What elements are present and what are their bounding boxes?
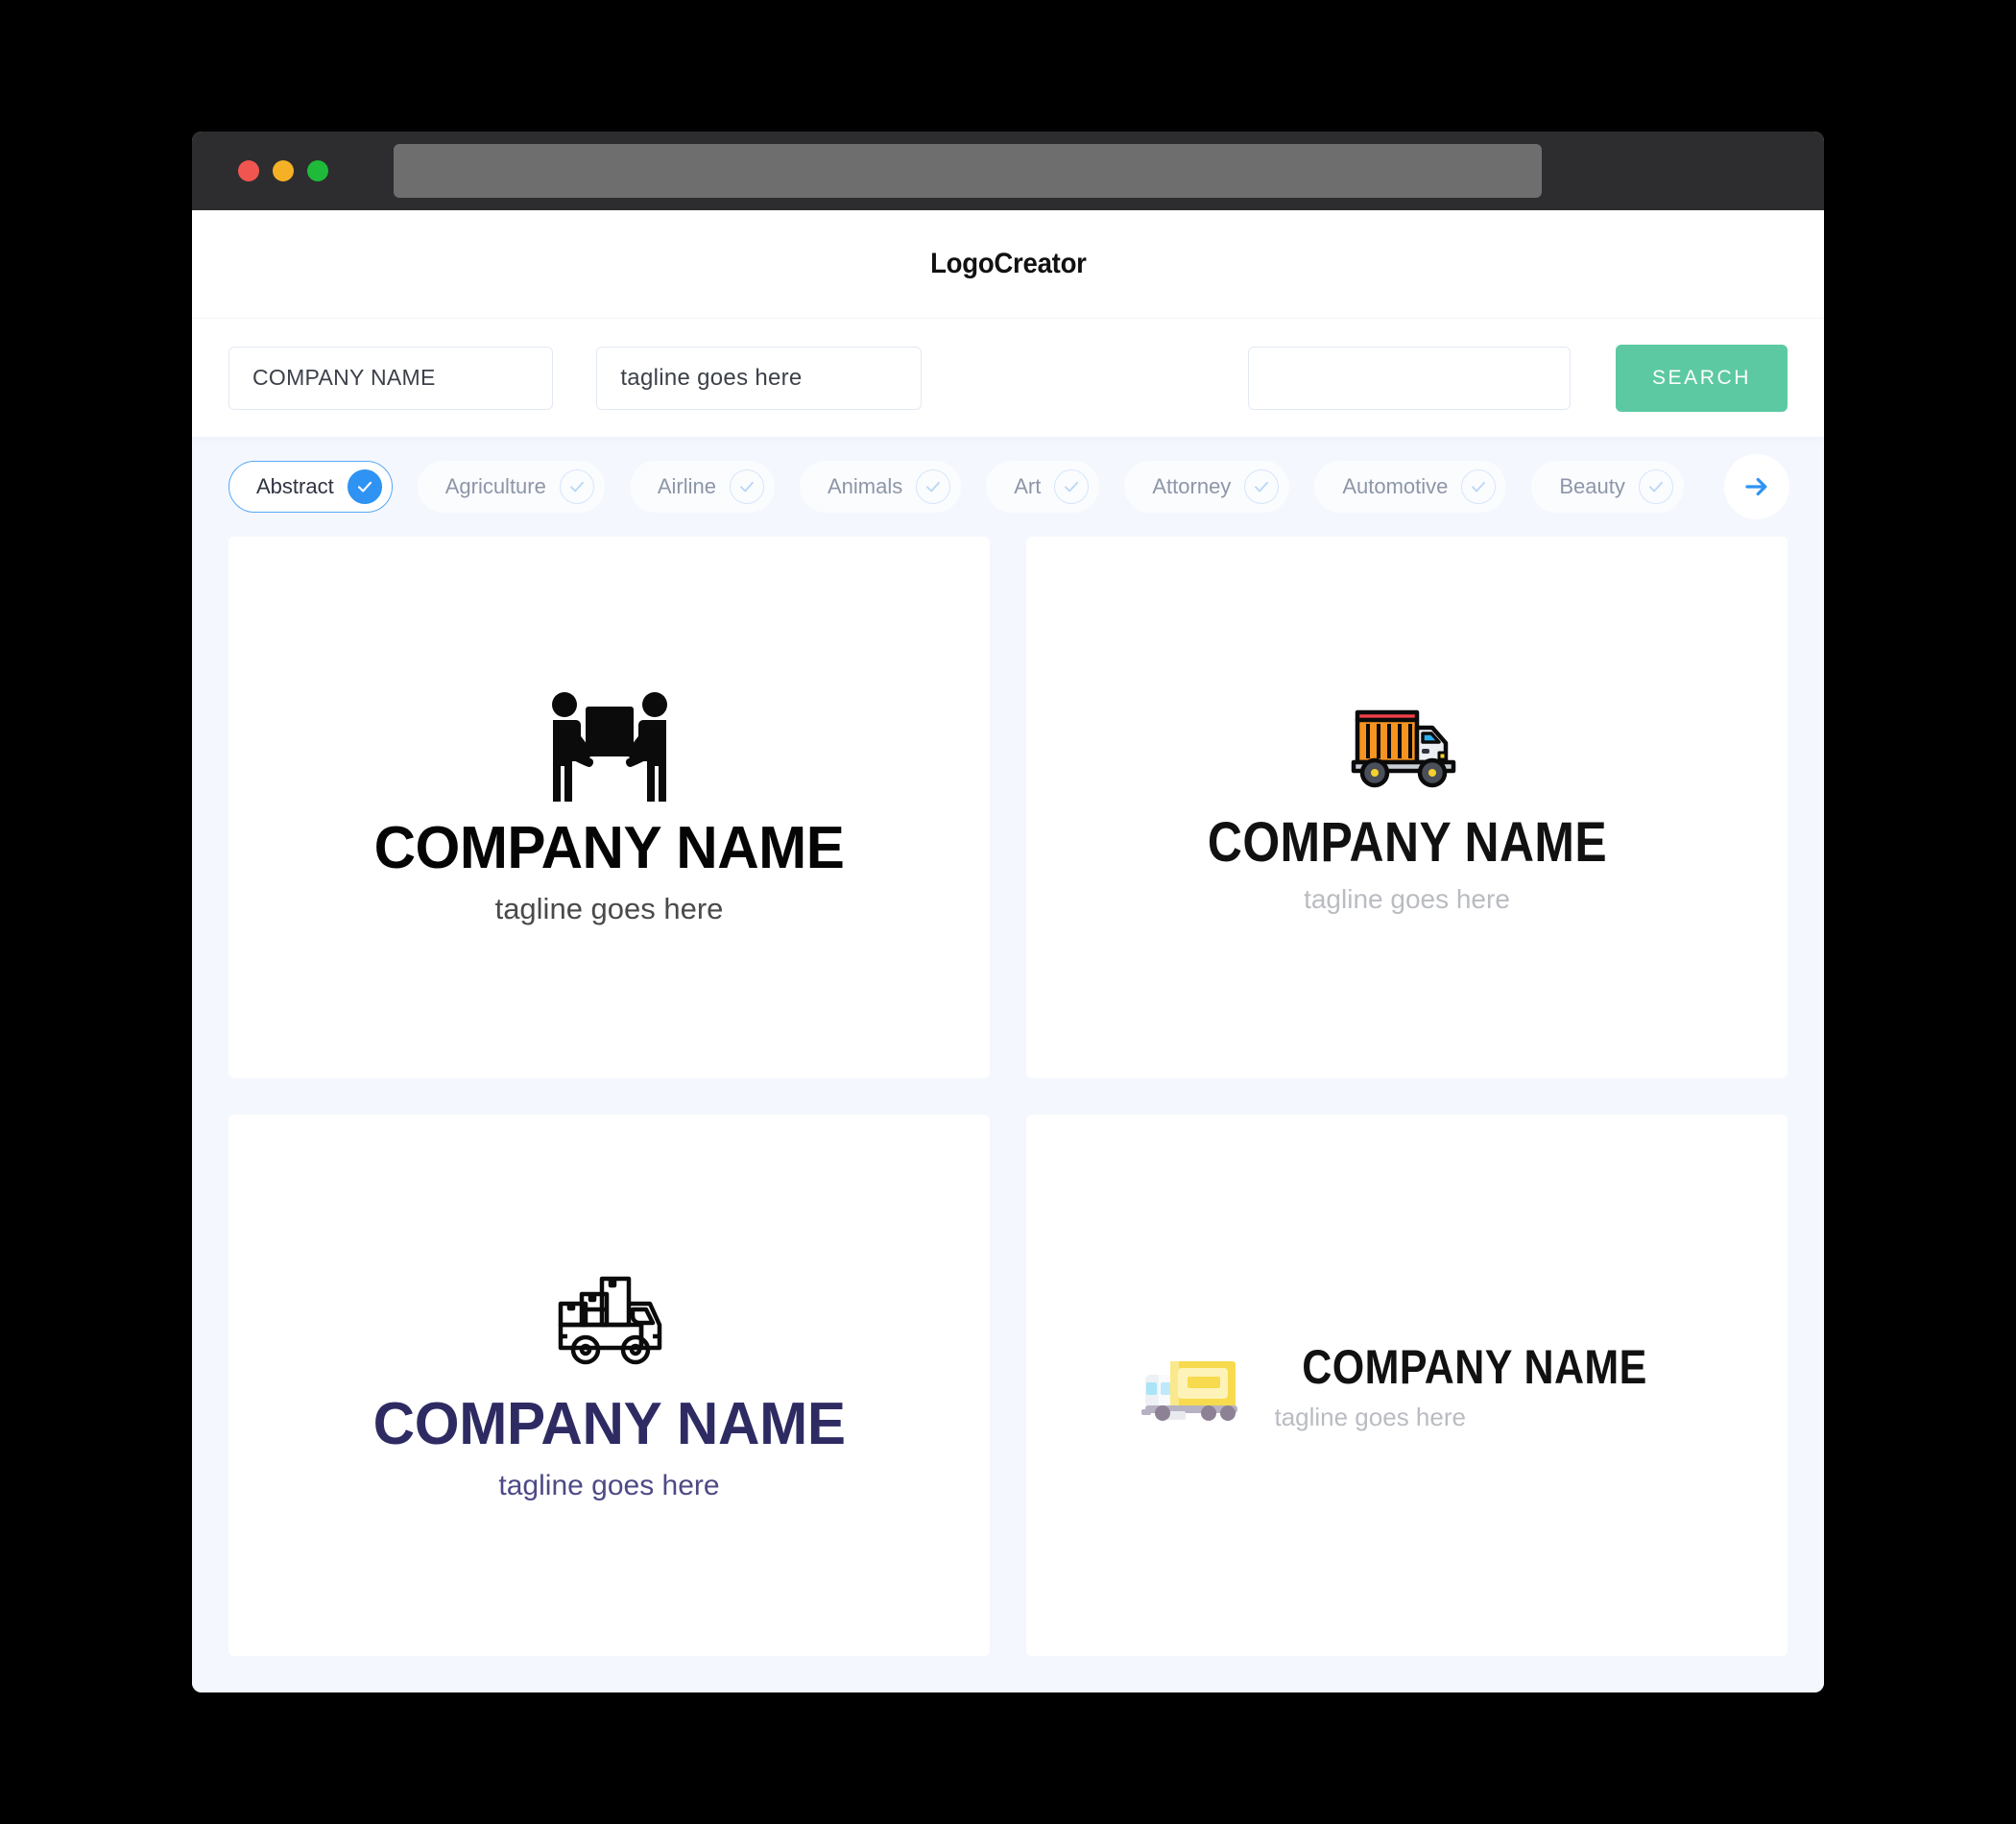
category-pill-agriculture[interactable]: Agriculture [417, 461, 605, 513]
logo-preview: COMPANY NAME tagline goes here [1175, 701, 1640, 915]
search-button[interactable]: SEARCH [1616, 344, 1788, 412]
category-pill-automotive[interactable]: Automotive [1314, 461, 1507, 513]
category-label: Agriculture [444, 474, 546, 498]
category-label: Beauty [1559, 474, 1625, 498]
keyword-input[interactable] [1247, 346, 1572, 410]
minimize-button[interactable] [273, 160, 294, 181]
logo-company-name: COMPANY NAME [373, 814, 845, 881]
orange-cargo-truck-icon [1349, 701, 1466, 789]
logo-company-name: COMPANY NAME [1302, 1339, 1648, 1394]
category-label: Attorney [1152, 474, 1232, 498]
outline-truck-with-boxes-icon [547, 1269, 670, 1369]
logo-tagline: tagline goes here [498, 1469, 720, 1501]
search-toolbar: COMPANY NAME tagline goes here SEARCH [192, 318, 1824, 437]
category-label: Animals [828, 474, 903, 498]
logo-card[interactable]: COMPANY NAME tagline goes here [228, 1115, 990, 1656]
logo-card[interactable]: COMPANY NAME tagline goes here [1026, 1115, 1788, 1656]
category-label: Automotive [1342, 474, 1449, 498]
close-button[interactable] [238, 160, 259, 181]
check-icon [559, 469, 594, 504]
logo-company-name: COMPANY NAME [372, 1390, 846, 1457]
check-icon [347, 469, 382, 504]
movers-carrying-box-icon [538, 689, 682, 806]
tagline-input[interactable]: tagline goes here [596, 346, 922, 410]
app-header: LogoCreator [192, 210, 1824, 318]
check-icon [1244, 469, 1280, 504]
check-icon [730, 469, 764, 504]
category-label: Airline [657, 474, 716, 498]
arrow-right-icon [1745, 477, 1767, 496]
check-icon [1638, 469, 1673, 504]
logo-card[interactable]: COMPANY NAME tagline goes here [228, 537, 990, 1078]
address-bar[interactable] [394, 144, 1542, 198]
logo-card[interactable]: COMPANY NAME tagline goes here [1026, 537, 1788, 1078]
logo-tagline: tagline goes here [494, 891, 724, 925]
logo-results-grid: COMPANY NAME tagline goes here COMPANY N… [192, 537, 1824, 1692]
company-name-input[interactable]: COMPANY NAME [228, 346, 554, 410]
browser-titlebar [192, 132, 1824, 210]
category-pill-abstract[interactable]: Abstract [228, 461, 393, 513]
yellow-box-truck-icon [1138, 1346, 1245, 1425]
logo-preview: COMPANY NAME tagline goes here [367, 689, 852, 926]
next-categories-button[interactable] [1724, 454, 1789, 519]
logo-tagline: tagline goes here [1304, 883, 1510, 914]
logo-text-block: COMPANY NAME tagline goes here [1274, 1339, 1675, 1432]
logo-preview: COMPANY NAME tagline goes here [1138, 1339, 1675, 1432]
category-pill-animals[interactable]: Animals [800, 461, 962, 513]
check-icon [1461, 469, 1497, 504]
logo-tagline: tagline goes here [1274, 1402, 1466, 1431]
page-title: LogoCreator [929, 248, 1087, 279]
browser-window: LogoCreator COMPANY NAME tagline goes he… [192, 132, 1824, 1692]
maximize-button[interactable] [307, 160, 328, 181]
logo-company-name: COMPANY NAME [1207, 810, 1607, 874]
logo-preview: COMPANY NAME tagline goes here [366, 1269, 852, 1502]
check-icon [916, 469, 951, 504]
category-filter-bar: Abstract Agriculture Airline Animals Art [192, 437, 1824, 537]
window-controls [238, 160, 328, 181]
category-pill-attorney[interactable]: Attorney [1124, 461, 1290, 513]
category-pill-beauty[interactable]: Beauty [1531, 461, 1684, 513]
category-pill-art[interactable]: Art [986, 461, 1100, 513]
check-icon [1054, 469, 1090, 504]
category-label: Art [1014, 474, 1042, 498]
category-label: Abstract [256, 474, 334, 498]
category-pill-airline[interactable]: Airline [629, 461, 775, 513]
